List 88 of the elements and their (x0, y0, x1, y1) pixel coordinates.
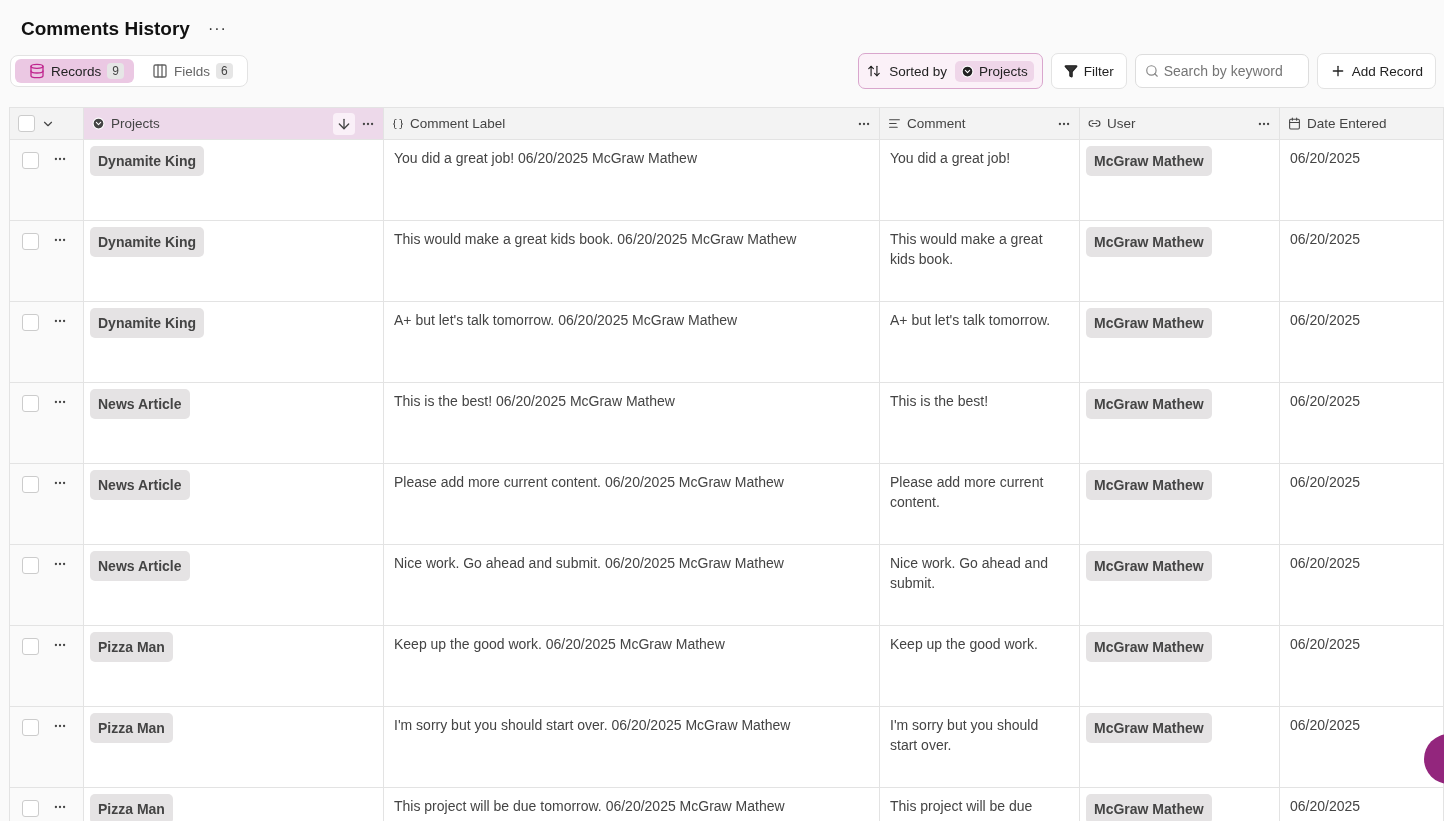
table-cell: You did a great job! (880, 140, 1080, 221)
user-tag: McGraw Mathew (1086, 551, 1212, 581)
braces-icon (392, 117, 404, 130)
table-cell: 06/20/2025 (1280, 302, 1444, 383)
table-cell: I'm sorry but you should start over. 06/20/2025 McGraw Mathew (384, 707, 880, 788)
project-tag: News Article (90, 551, 190, 581)
text-lines-icon (888, 117, 901, 130)
filter-button[interactable]: Filter (1050, 53, 1127, 89)
project-tag: Pizza Man (90, 794, 173, 821)
row-checkbox[interactable] (22, 233, 39, 250)
table-cell: This would make a great kids book. 06/20/2025 McGraw Mathew (384, 221, 880, 302)
view-tab[interactable]: Fields 6 (137, 59, 243, 83)
table-cell: 06/20/2025 (1280, 464, 1444, 545)
table-cell: This is the best! (880, 383, 1080, 464)
row-checkbox[interactable] (22, 638, 39, 655)
sort-button[interactable]: Sorted by Projects (858, 53, 1043, 89)
user-tag: McGraw Mathew (1086, 227, 1212, 257)
table-cell: Please add more current content. 06/20/2025 McGraw Mathew (384, 464, 880, 545)
row-checkbox[interactable] (22, 800, 39, 817)
sort-icon (867, 64, 882, 78)
filter-icon (1063, 64, 1078, 78)
table-cell: You did a great job! 06/20/2025 McGraw Mathew (384, 140, 880, 221)
column-label: Comment Label (410, 116, 507, 131)
column-label: Date Entered (1307, 116, 1388, 131)
search-icon (1144, 64, 1159, 78)
row-checkbox[interactable] (22, 314, 39, 331)
user-tag: McGraw Mathew (1086, 632, 1212, 662)
table-cell: A+ but let's talk tomorrow. 06/20/2025 McGraw Mathew (384, 302, 880, 383)
table-cell: 06/20/2025 (1280, 626, 1444, 707)
circle-chevron-icon (92, 117, 105, 130)
column-label: Projects (111, 116, 161, 131)
link-icon (1088, 117, 1101, 130)
row-checkbox[interactable] (22, 152, 39, 169)
view-tab[interactable]: Records 9 (15, 59, 134, 83)
row-checkbox[interactable] (22, 557, 39, 574)
calendar-icon (1288, 117, 1301, 130)
project-tag: Pizza Man (90, 713, 173, 743)
columns-icon (151, 63, 168, 79)
table-cell: 06/20/2025 (1280, 788, 1444, 821)
project-tag: Dynamite King (90, 227, 204, 257)
column-header[interactable]: Date Entered (1280, 108, 1444, 140)
sort-field-label: Projects (978, 63, 1028, 79)
table-cell: Keep up the good work. (880, 626, 1080, 707)
row-checkbox[interactable] (22, 476, 39, 493)
count-badge: 6 (216, 63, 233, 79)
table-cell: 06/20/2025 (1280, 221, 1444, 302)
table-cell: 06/20/2025 (1280, 383, 1444, 464)
sort-descending-icon[interactable] (333, 112, 355, 135)
more-menu-button[interactable]: ··· (207, 20, 227, 38)
user-tag: McGraw Mathew (1086, 389, 1212, 419)
add-record-button[interactable]: Add Record (1316, 53, 1436, 89)
count-badge: 9 (107, 63, 124, 79)
row-checkbox[interactable] (22, 719, 39, 736)
table-cell: Keep up the good work. 06/20/2025 McGraw Mathew (384, 626, 880, 707)
column-label: User (1107, 116, 1137, 131)
column-header[interactable]: Projects (84, 108, 384, 140)
database-icon (29, 63, 45, 79)
row-checkbox[interactable] (22, 395, 39, 412)
table-cell: 06/20/2025 (1280, 545, 1444, 626)
search-field[interactable]: Search by keyword (1134, 54, 1309, 88)
circle-chevron-icon (960, 64, 974, 78)
user-tag: McGraw Mathew (1086, 470, 1212, 500)
table-cell: This is the best! 06/20/2025 McGraw Mathew (384, 383, 880, 464)
project-tag: News Article (90, 470, 190, 500)
user-tag: McGraw Mathew (1086, 308, 1212, 338)
project-tag: Dynamite King (90, 146, 204, 176)
user-tag: McGraw Mathew (1086, 146, 1212, 176)
project-tag: Pizza Man (90, 632, 173, 662)
table-cell: This would make a great kids book. (880, 221, 1080, 302)
user-tag: McGraw Mathew (1086, 794, 1212, 821)
column-label: Comment (907, 116, 967, 131)
project-tag: Dynamite King (90, 308, 204, 338)
table-cell: Nice work. Go ahead and submit. (880, 545, 1080, 626)
column-header[interactable]: Comment (880, 108, 1080, 140)
sort-label: Sorted by (889, 63, 947, 79)
column-header[interactable]: Comment Label (384, 108, 880, 140)
table-cell: This project will be due (880, 788, 1080, 821)
table-cell: This project will be due tomorrow. 06/20/2025 McGraw Mathew (384, 788, 880, 821)
select-all-checkbox[interactable] (18, 115, 35, 132)
table-cell: Please add more current content. (880, 464, 1080, 545)
table-cell: I'm sorry but you should start over. (880, 707, 1080, 788)
user-tag: McGraw Mathew (1086, 713, 1212, 743)
table-cell: A+ but let's talk tomorrow. (880, 302, 1080, 383)
table-cell: 06/20/2025 (1280, 140, 1444, 221)
column-header[interactable]: User (1080, 108, 1280, 140)
page-title: Comments History (21, 18, 190, 40)
table-cell: Nice work. Go ahead and submit. 06/20/2025 McGraw Mathew (384, 545, 880, 626)
project-tag: News Article (90, 389, 190, 419)
